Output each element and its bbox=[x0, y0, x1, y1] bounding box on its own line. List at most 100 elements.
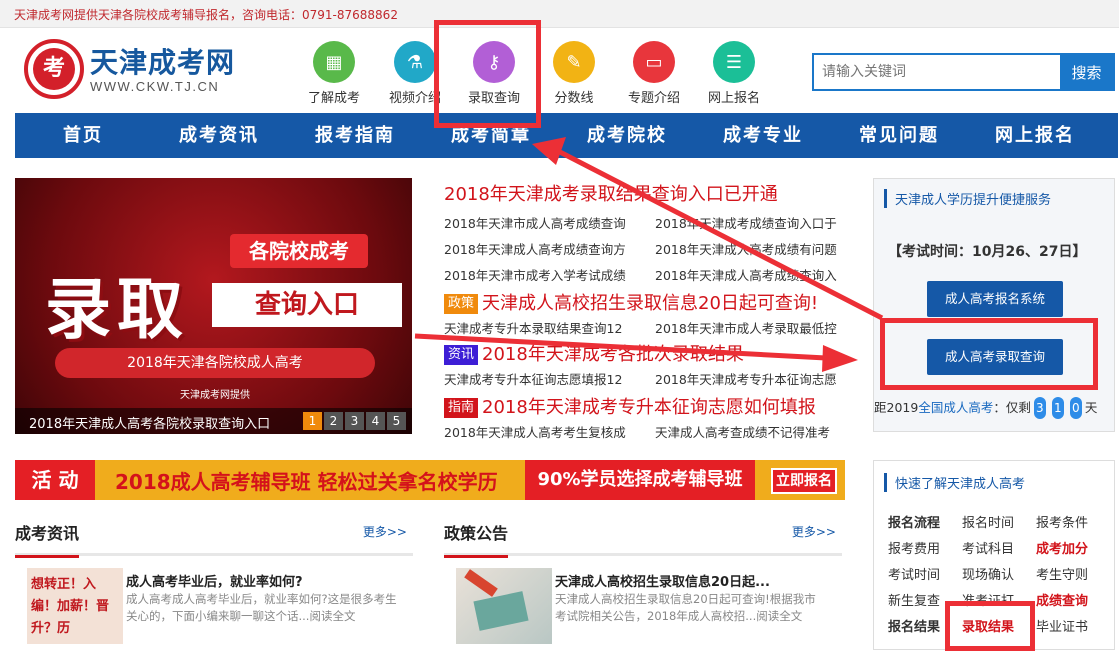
news-tag-badge: 指南 bbox=[444, 398, 479, 418]
quick-know-item[interactable]: 录取结果 bbox=[962, 617, 1036, 639]
countdown-prefix: 距2019 bbox=[874, 400, 919, 415]
article-thumbnail[interactable] bbox=[456, 568, 552, 644]
news-link[interactable]: 天津成人高考查成绩不记得准考 bbox=[655, 422, 851, 441]
promo-banner[interactable]: 活 动 2018成人高考辅导班 轻松过关拿名校学历 90%学员选择成考辅导班 立… bbox=[15, 460, 845, 500]
nav-item[interactable]: 常见问题 bbox=[831, 113, 967, 158]
article-title[interactable]: 成人高考毕业后，就业率如何? bbox=[126, 571, 391, 590]
pen-icon: ✎ bbox=[553, 41, 595, 83]
news-tag-badge: 政策 bbox=[444, 294, 479, 314]
banner-caption: 2018年天津成人高考各院校录取查询入口 12345 bbox=[15, 408, 412, 434]
pager-dot[interactable]: 3 bbox=[345, 412, 364, 430]
countdown: 距2019全国成人高考：仅剩 3 1 0 天 bbox=[874, 397, 1097, 419]
section-title: 成考资讯 bbox=[15, 520, 80, 558]
banner-carousel[interactable]: 各院校成考 录取 查询入口 2018年天津各院校成人高考 天津成考网提供 201… bbox=[15, 178, 412, 434]
pager-dot[interactable]: 5 bbox=[387, 412, 406, 430]
news-link[interactable]: 2018年天津成考成绩查询入口于 bbox=[655, 213, 851, 232]
news-link[interactable]: 2018年天津市成考入学考试成绩 bbox=[444, 265, 640, 284]
site-logo[interactable]: 考 天津成考网 WWW.CKW.TJ.CN bbox=[24, 39, 254, 99]
countdown-digit: 3 bbox=[1033, 397, 1046, 419]
quick-know-item[interactable]: 毕业证书 bbox=[1036, 617, 1110, 639]
nav-item[interactable]: 网上报名 bbox=[967, 113, 1103, 158]
news-link[interactable]: 2018年天津成考专升本征询志愿 bbox=[655, 369, 851, 388]
pager-dot[interactable]: 1 bbox=[303, 412, 322, 430]
countdown-mid: ：仅剩 bbox=[993, 400, 1031, 415]
quick-know-item[interactable]: 现场确认 bbox=[962, 565, 1036, 587]
article-thumbnail[interactable]: 想转正！入编！加薪！晋升？历 bbox=[27, 568, 123, 644]
news-link[interactable]: 天津成考专升本征询志愿填报12 bbox=[444, 369, 640, 388]
nav-item[interactable]: 成考专业 bbox=[695, 113, 831, 158]
promo-signup-button[interactable]: 立即报名 bbox=[771, 468, 837, 494]
quick-know-item[interactable]: 考生守则 bbox=[1036, 565, 1110, 587]
top-headline[interactable]: 2018年天津成考录取结果查询入口已开通 bbox=[444, 180, 778, 206]
news-link[interactable]: 天津成考专升本录取结果查询12 bbox=[444, 318, 640, 337]
news-link[interactable]: 2018年天津成人高考考生复核成 bbox=[444, 422, 640, 441]
news-headline-text: 2018年天津成考专升本征询志愿如何填报 bbox=[482, 397, 816, 418]
search-input[interactable] bbox=[814, 55, 1062, 89]
more-link[interactable]: 更多>> bbox=[792, 523, 836, 540]
nav-item[interactable]: 报考指南 bbox=[287, 113, 423, 158]
news-link[interactable]: 2018年天津成人高考成绩有问题 bbox=[655, 239, 851, 258]
quick-nav-item[interactable]: ✎ 分数线 bbox=[539, 41, 609, 106]
more-link[interactable]: 更多>> bbox=[363, 523, 407, 540]
pager-dot[interactable]: 4 bbox=[366, 412, 385, 430]
quick-know-item[interactable]: 新生复查 bbox=[888, 591, 962, 613]
quick-know-item[interactable]: 报考费用 bbox=[888, 539, 962, 561]
quick-nav-item[interactable]: ⚗ 视频介绍 bbox=[380, 41, 450, 106]
arrowhead-icon bbox=[822, 345, 858, 372]
quick-nav-item[interactable]: ⚷ 录取查询 bbox=[459, 41, 529, 106]
promo-label: 活 动 bbox=[15, 460, 95, 500]
news-headline-text: 天津成人高校招生录取信息20日起可查询! bbox=[482, 293, 819, 314]
exam-time: 【考试时间：10月26、27日】 bbox=[888, 244, 1087, 260]
nav-item[interactable]: 成考简章 bbox=[423, 113, 559, 158]
admission-query-button[interactable]: 成人高考录取查询 bbox=[927, 339, 1063, 375]
nav-item[interactable]: 成考资讯 bbox=[151, 113, 287, 158]
news-headline[interactable]: 政策 天津成人高校招生录取信息20日起可查询! bbox=[444, 289, 818, 315]
quick-know-item[interactable]: 准考证打 bbox=[962, 591, 1036, 613]
quick-know-item[interactable]: 考试科目 bbox=[962, 539, 1036, 561]
news-link[interactable]: 2018年天津成人高考成绩查询方 bbox=[444, 239, 640, 258]
key-icon: ⚷ bbox=[473, 41, 515, 83]
search-button[interactable]: 搜索 bbox=[1060, 55, 1113, 89]
quick-nav-item[interactable]: ☰ 网上报名 bbox=[699, 41, 769, 106]
quick-know-title: 快速了解天津成人高考 bbox=[884, 473, 1025, 492]
quick-know-item[interactable]: 报名结果 bbox=[888, 617, 962, 639]
news-link[interactable]: 2018年天津成人高考成绩查询入 bbox=[655, 265, 851, 284]
top-info-bar: 天津成考网提供天津各院校成考辅导报名，咨询电话：0791-87688862 bbox=[0, 0, 1119, 28]
news-link[interactable]: 2018年天津市成人高考成绩查询 bbox=[444, 213, 640, 232]
thumbnail-text: 想转正！入编！加薪！晋升？历 bbox=[31, 577, 110, 636]
quick-know-item[interactable]: 报名时间 bbox=[962, 513, 1036, 535]
promo-percent-text: 90%学员选择成考辅导班 bbox=[525, 460, 755, 500]
pen-icon bbox=[464, 569, 498, 597]
section-title: 政策公告 bbox=[444, 520, 509, 558]
nav-item[interactable]: 成考院校 bbox=[559, 113, 695, 158]
countdown-link[interactable]: 全国成人高考 bbox=[918, 400, 993, 415]
banner-ribbon: 2018年天津各院校成人高考 bbox=[55, 348, 375, 378]
register-system-button[interactable]: 成人高考报名系统 bbox=[927, 281, 1063, 317]
news-headline-text: 2018年天津成考各批次录取结果 bbox=[482, 344, 744, 365]
quick-know-item[interactable]: 成绩查询 bbox=[1036, 591, 1110, 613]
article-title[interactable]: 天津成人高校招生录取信息20日起... bbox=[555, 571, 820, 590]
news-link[interactable]: 2018年天津市成人考录取最低控 bbox=[655, 318, 851, 337]
quick-know-grid: 报名流程 报名时间 报考条件报考费用 考试科目 成考加分考试时间 现场确认 考生守则新生复查… bbox=[888, 513, 1112, 639]
banner-caption-text[interactable]: 2018年天津成人高考各院校录取查询入口 bbox=[29, 413, 270, 432]
quick-know-item[interactable]: 报名流程 bbox=[888, 513, 962, 535]
logo-name: 天津成考网 bbox=[90, 46, 236, 79]
banner-big-text: 录取 bbox=[45, 271, 189, 348]
promo-main-text: 2018成人高考辅导班 轻松过关拿名校学历 bbox=[115, 470, 498, 494]
quick-know-item[interactable]: 报考条件 bbox=[1036, 513, 1110, 535]
quick-know-item[interactable]: 考试时间 bbox=[888, 565, 962, 587]
quick-nav-label: 录取查询 bbox=[467, 91, 520, 106]
news-headline[interactable]: 指南 2018年天津成考专升本征询志愿如何填报 bbox=[444, 393, 816, 419]
quick-nav-item[interactable]: ▭ 专题介绍 bbox=[619, 41, 689, 106]
banner-tag: 各院校成考 bbox=[230, 234, 368, 268]
news-headline[interactable]: 资讯 2018年天津成考各批次录取结果 bbox=[444, 340, 744, 366]
nav-item[interactable]: 首页 bbox=[15, 113, 151, 158]
quick-know-item[interactable]: 成考加分 bbox=[1036, 539, 1110, 561]
service-panel: 天津成人学历提升便捷服务 【考试时间：10月26、27日】 成人高考报名系统 成… bbox=[873, 178, 1115, 432]
countdown-suffix: 天 bbox=[1084, 400, 1098, 415]
logo-url: WWW.CKW.TJ.CN bbox=[90, 79, 220, 94]
quick-nav-item[interactable]: ▦ 了解成考 bbox=[299, 41, 369, 106]
section-news: 成考资讯 更多>> bbox=[15, 518, 413, 558]
search-box: 搜索 bbox=[812, 53, 1115, 91]
pager-dot[interactable]: 2 bbox=[324, 412, 343, 430]
